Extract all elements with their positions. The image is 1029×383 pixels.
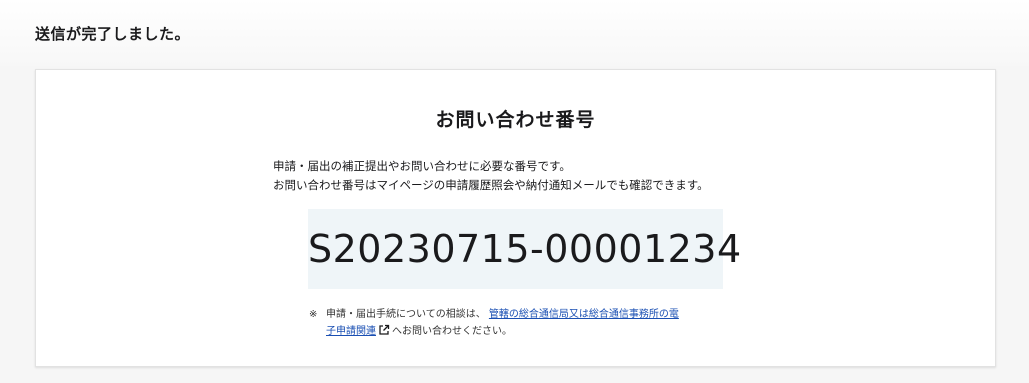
inquiry-number-card: お問い合わせ番号 申請・届出の補正提出やお問い合わせに必要な番号です。 お問い合… [35, 69, 996, 367]
link-text-part-2: 子申請関連 [326, 326, 376, 337]
external-link-icon[interactable] [378, 324, 390, 336]
description: 申請・届出の補正提出やお問い合わせに必要な番号です。 お問い合わせ番号はマイペー… [273, 157, 709, 195]
note-mark: ※ [309, 309, 318, 320]
note-body: 申請・届出手続についての相談は、 管轄の総合通信局又は総合通信事務所の電子申請関… [326, 306, 729, 340]
consultation-note: ※ 申請・届出手続についての相談は、 管轄の総合通信局又は総合通信事務所の電子申… [309, 306, 729, 340]
note-suffix: へお問い合わせください。 [392, 326, 512, 337]
description-line-2: お問い合わせ番号はマイページの申請履歴照会や納付通知メールでも確認できます。 [273, 178, 709, 192]
description-line-1: 申請・届出の補正提出やお問い合わせに必要な番号です。 [273, 159, 571, 173]
completion-message: 送信が完了しました。 [35, 25, 191, 43]
note-prefix: 申請・届出手続についての相談は、 [326, 309, 486, 320]
card-title: お問い合わせ番号 [435, 109, 596, 131]
inquiry-number: S20230715-00001234 [308, 209, 741, 289]
link-text-part-1: 管轄の総合通信局又は総合通信事務所の電 [488, 309, 679, 320]
